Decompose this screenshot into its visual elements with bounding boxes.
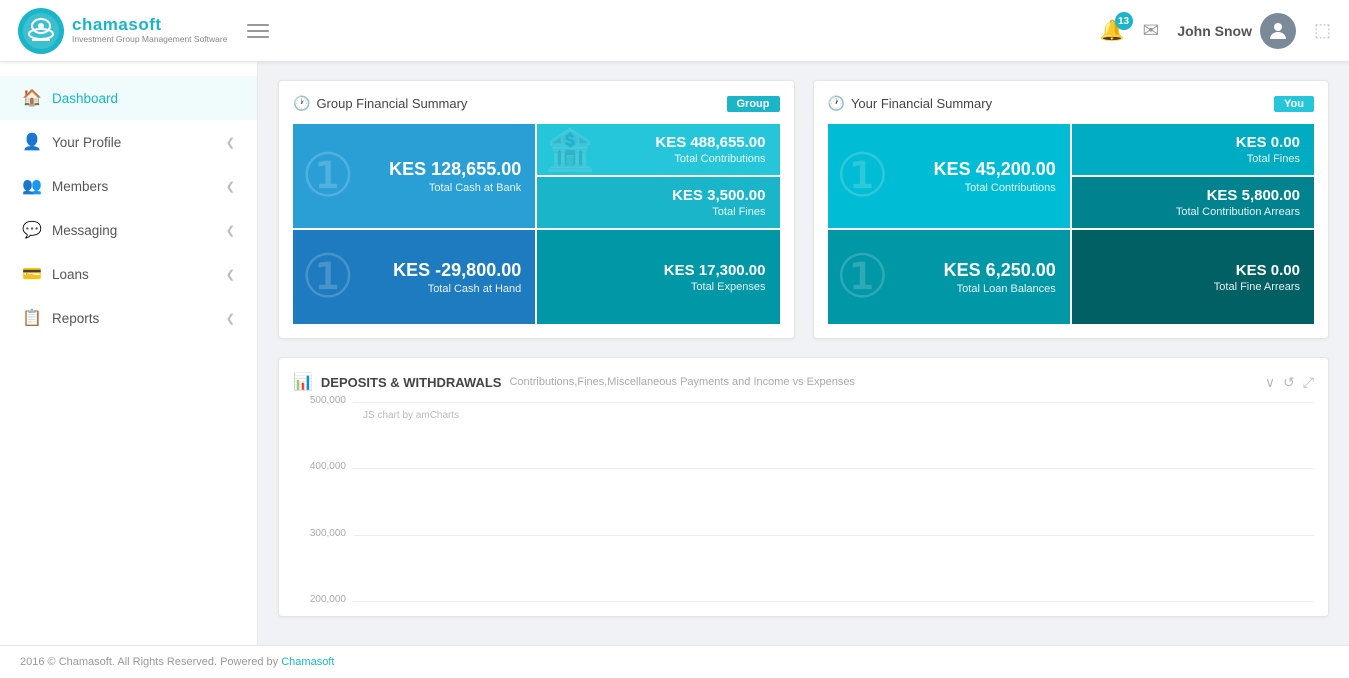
- y-label-500k: 500,000: [288, 395, 346, 406]
- group-card-title: 🕐 Group Financial Summary: [293, 95, 467, 112]
- bar-chart-icon: 📊: [293, 372, 313, 392]
- your-contributions-cell: ① KES 45,200.00 Total Contributions: [828, 124, 1070, 228]
- header-left: chamasoft Investment Group Management So…: [18, 8, 275, 54]
- y-label-400k: 400,000: [288, 461, 346, 472]
- group-tag: Group: [727, 96, 780, 112]
- y-label-200k: 200,000: [288, 594, 346, 605]
- group-fines-cell: KES 3,500.00 Total Fines: [537, 177, 779, 228]
- sidebar-label-reports: Reports: [52, 311, 99, 326]
- app-footer: 2016 © Chamasoft. All Rights Reserved. P…: [0, 645, 1349, 678]
- chevron-icon: ❮: [226, 224, 235, 237]
- sidebar-label-members: Members: [52, 179, 108, 194]
- app-header: chamasoft Investment Group Management So…: [0, 0, 1349, 62]
- chevron-icon: ❮: [226, 180, 235, 193]
- your-financial-summary-card: 🕐 Your Financial Summary You ① KES 45,20…: [813, 80, 1330, 339]
- sidebar-label-profile: Your Profile: [52, 135, 121, 150]
- logo-area: chamasoft Investment Group Management So…: [18, 8, 227, 54]
- your-loan-balances-cell: ① KES 6,250.00 Total Loan Balances: [828, 230, 1070, 324]
- group-expenses-cell: KES 17,300.00 Total Expenses: [537, 230, 779, 324]
- chevron-icon: ❮: [226, 312, 235, 325]
- home-icon: 🏠: [22, 88, 40, 108]
- logo-icon: [18, 8, 64, 54]
- loans-icon: 💳: [22, 264, 40, 284]
- main-content: 🕐 Group Financial Summary Group ① KES 12…: [258, 62, 1349, 645]
- user-section[interactable]: John Snow: [1177, 13, 1296, 49]
- clock-icon: 🕐: [293, 95, 310, 112]
- reports-icon: 📋: [22, 308, 40, 328]
- hamburger-menu[interactable]: [241, 18, 275, 44]
- header-right: 🔔 13 ✉ John Snow ⬚: [1100, 13, 1331, 49]
- group-contributions-cell: 🏦 KES 488,655.00 Total Contributions: [537, 124, 779, 175]
- sidebar-item-messaging[interactable]: 💬 Messaging ❮: [0, 208, 257, 252]
- your-card-header: 🕐 Your Financial Summary You: [828, 95, 1315, 112]
- you-tag: You: [1274, 96, 1314, 112]
- chart-subtitle: Contributions,Fines,Miscellaneous Paymen…: [509, 376, 854, 388]
- sidebar-item-your-profile[interactable]: 👤 Your Profile ❮: [0, 120, 257, 164]
- profile-icon: 👤: [22, 132, 40, 152]
- sidebar-label-dashboard: Dashboard: [52, 91, 118, 106]
- your-fine-arrears-cell: KES 0.00 Total Fine Arrears: [1072, 230, 1314, 324]
- logo-name: chamasoft: [72, 16, 227, 35]
- expand-chart-button[interactable]: ⤢: [1303, 374, 1314, 391]
- bar-chart-area: 500,000 400,000 300,000 200,000: [293, 402, 1314, 602]
- logout-icon[interactable]: ⬚: [1314, 20, 1331, 41]
- group-cash-bank-cell: ① KES 128,655.00 Total Cash at Bank: [293, 124, 535, 228]
- chart-header: 📊 DEPOSITS & WITHDRAWALS Contributions,F…: [293, 372, 1314, 392]
- your-contribution-arrears-cell: KES 5,800.00 Total Contribution Arrears: [1072, 177, 1314, 228]
- sidebar-item-reports[interactable]: 📋 Reports ❮: [0, 296, 257, 340]
- your-fines-cell: KES 0.00 Total Fines: [1072, 124, 1314, 175]
- clock-icon2: 🕐: [828, 95, 845, 112]
- chart-title: DEPOSITS & WITHDRAWALS: [321, 375, 502, 390]
- summary-row: 🕐 Group Financial Summary Group ① KES 12…: [278, 80, 1329, 339]
- sidebar-item-dashboard[interactable]: 🏠 Dashboard: [0, 76, 257, 120]
- logo-subtitle: Investment Group Management Software: [72, 35, 227, 44]
- chevron-icon: ❮: [226, 136, 235, 149]
- notification-count: 13: [1115, 12, 1133, 30]
- footer-link[interactable]: Chamasoft: [281, 656, 334, 668]
- mail-icon[interactable]: ✉: [1143, 18, 1160, 43]
- sidebar-item-loans[interactable]: 💳 Loans ❮: [0, 252, 257, 296]
- notifications-bell[interactable]: 🔔 13: [1100, 18, 1125, 43]
- chart-controls: ∨ ↺ ⤢: [1265, 374, 1314, 391]
- collapse-chart-button[interactable]: ∨: [1265, 374, 1275, 391]
- sidebar: 🏠 Dashboard 👤 Your Profile ❮ 👥 Members ❮…: [0, 62, 258, 645]
- your-card-title: 🕐 Your Financial Summary: [828, 95, 993, 112]
- group-cash-hand-cell: ① KES -29,800.00 Total Cash at Hand: [293, 230, 535, 324]
- user-avatar: [1260, 13, 1296, 49]
- main-layout: 🏠 Dashboard 👤 Your Profile ❮ 👥 Members ❮…: [0, 62, 1349, 645]
- members-icon: 👥: [22, 176, 40, 196]
- deposits-withdrawals-chart-card: 📊 DEPOSITS & WITHDRAWALS Contributions,F…: [278, 357, 1329, 617]
- y-label-300k: 300,000: [288, 528, 346, 539]
- footer-text: 2016 © Chamasoft. All Rights Reserved. P…: [20, 656, 281, 668]
- sidebar-label-loans: Loans: [52, 267, 89, 282]
- group-card-header: 🕐 Group Financial Summary Group: [293, 95, 780, 112]
- messaging-icon: 💬: [22, 220, 40, 240]
- bars-area: [353, 402, 1314, 602]
- chart-title-area: 📊 DEPOSITS & WITHDRAWALS Contributions,F…: [293, 372, 855, 392]
- group-financial-summary-card: 🕐 Group Financial Summary Group ① KES 12…: [278, 80, 795, 339]
- chart-note: JS chart by amCharts: [363, 410, 459, 421]
- refresh-chart-button[interactable]: ↺: [1283, 374, 1295, 391]
- sidebar-item-members[interactable]: 👥 Members ❮: [0, 164, 257, 208]
- logo-text: chamasoft Investment Group Management So…: [72, 16, 227, 44]
- user-name: John Snow: [1177, 23, 1252, 39]
- chevron-icon: ❮: [226, 268, 235, 281]
- sidebar-label-messaging: Messaging: [52, 223, 117, 238]
